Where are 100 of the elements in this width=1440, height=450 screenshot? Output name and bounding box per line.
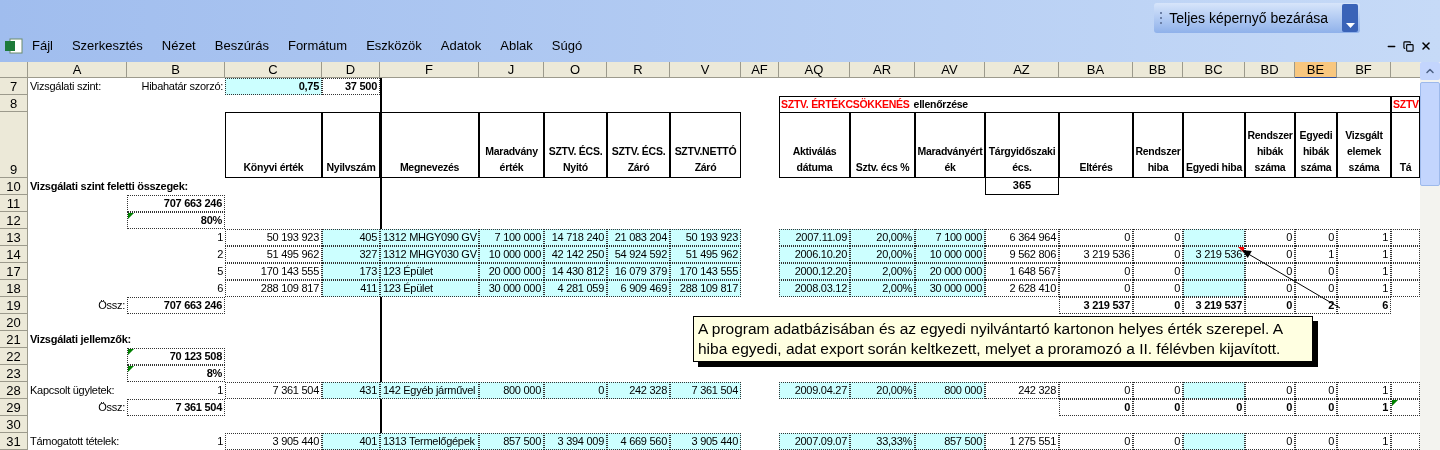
table-cell: 20 000 000 — [915, 263, 985, 280]
row-header[interactable]: 7 — [0, 78, 28, 95]
column-heading: Vizsgált elemek száma — [1337, 112, 1391, 178]
column-heading: Egyedi hiba — [1183, 112, 1245, 178]
cell-label: 6 — [216, 281, 224, 296]
column-header[interactable]: AV — [915, 62, 985, 78]
row-header[interactable]: 30 — [0, 416, 28, 433]
column-header[interactable]: O — [544, 62, 607, 78]
column-header[interactable]: BE — [1295, 62, 1337, 78]
table-cell: 0 — [1295, 263, 1337, 280]
table-cell: 123 Épület — [380, 280, 479, 297]
column-header[interactable]: BD — [1245, 62, 1295, 78]
column-heading: SZTV.NETTÓ Záró — [670, 112, 741, 178]
section-title: SZTV. ÉRTÉKCSÖKKENÉS ellenőrzése — [779, 96, 1391, 112]
close-icon[interactable] — [1420, 40, 1432, 52]
table-cell: 0 — [1183, 399, 1245, 416]
row-header[interactable]: 13 — [0, 229, 28, 246]
row-header[interactable]: 12 — [0, 212, 28, 229]
menu-item[interactable]: Fájl — [32, 36, 53, 56]
close-full-screen-button[interactable]: Teljes képernyő bezárása — [1154, 3, 1360, 33]
table-cell: 0 — [1059, 280, 1133, 297]
table-cell: 800 000 — [915, 382, 985, 399]
column-header[interactable]: BC — [1183, 62, 1245, 78]
table-cell: 1312 MHGY030 GV — [380, 246, 479, 263]
table-cell: 42 142 250 — [544, 246, 607, 263]
table-cell: 30 000 000 — [915, 280, 985, 297]
days-cell: 365 — [985, 178, 1059, 195]
table-cell: 0 — [1133, 399, 1183, 416]
row-header[interactable]: 23 — [0, 365, 28, 382]
table-cell: 7 100 000 — [479, 229, 544, 246]
table-cell: 7 361 504 — [127, 399, 225, 416]
column-header[interactable]: R — [607, 62, 670, 78]
table-cell: 16 079 379 — [607, 263, 670, 280]
column-header[interactable]: BA — [1059, 62, 1133, 78]
table-cell: 0 — [1245, 280, 1295, 297]
table-cell: 401 — [322, 433, 380, 450]
table-cell: 1 — [1337, 246, 1391, 263]
table-cell: 3 219 537 — [1183, 297, 1245, 314]
column-header[interactable]: V — [670, 62, 741, 78]
row-header[interactable]: 14 — [0, 246, 28, 263]
table-cell: 7 361 504 — [670, 382, 741, 399]
row-header[interactable]: 17 — [0, 263, 28, 280]
cell-label: Vizsgálati jellemzők: — [29, 332, 132, 347]
menu-item[interactable]: Ablak — [500, 36, 533, 56]
cell-label: 1 — [216, 434, 224, 449]
table-cell: 242 328 — [985, 382, 1059, 399]
column-header[interactable]: C — [225, 62, 322, 78]
menu-item[interactable]: Súgó — [551, 36, 583, 56]
column-header[interactable]: AF — [741, 62, 779, 78]
column-header[interactable]: F — [380, 62, 479, 78]
table-cell: 3 219 536 — [1059, 246, 1133, 263]
table-cell: 0 — [1295, 229, 1337, 246]
cell-label: Össz: — [97, 400, 126, 415]
column-header[interactable]: D — [322, 62, 380, 78]
column-header[interactable]: A — [28, 62, 127, 78]
table-cell: 3 905 440 — [670, 433, 741, 450]
row-header[interactable]: 22 — [0, 348, 28, 365]
menu-item[interactable]: Nézet — [161, 36, 196, 56]
column-header[interactable]: B — [127, 62, 225, 78]
scroll-up-button[interactable] — [1420, 62, 1440, 80]
spreadsheet-app-icon[interactable] — [4, 38, 24, 54]
column-header[interactable]: AQ — [779, 62, 850, 78]
row-header[interactable]: 10 — [0, 178, 28, 195]
row-header[interactable]: 29 — [0, 399, 28, 416]
scrollbar-thumb[interactable] — [1420, 82, 1440, 186]
table-cell: 1 — [1337, 382, 1391, 399]
row-header[interactable]: 31 — [0, 433, 28, 450]
table-cell: 1 275 551 — [985, 433, 1059, 450]
table-cell: 4 669 560 — [607, 433, 670, 450]
row-header[interactable]: 18 — [0, 280, 28, 297]
row-header[interactable]: 28 — [0, 382, 28, 399]
menu-item[interactable]: Szerkesztés — [71, 36, 143, 56]
table-cell: 288 109 817 — [670, 280, 741, 297]
table-cell: 20,00% — [850, 382, 915, 399]
table-cell: 54 924 592 — [607, 246, 670, 263]
dropdown-icon[interactable] — [1342, 4, 1358, 32]
menu-item[interactable]: Formátum — [287, 36, 348, 56]
table-cell: 20,00% — [850, 246, 915, 263]
column-heading: Tárgyidőszaki écs. — [985, 112, 1059, 178]
column-header[interactable]: AZ — [985, 62, 1059, 78]
column-header[interactable]: AR — [850, 62, 915, 78]
table-cell: 327 — [322, 246, 380, 263]
row-header[interactable]: 11 — [0, 195, 28, 212]
menu-item[interactable]: Eszközök — [366, 36, 422, 56]
row-header[interactable]: 21 — [0, 331, 28, 348]
menu-item[interactable]: Adatok — [440, 36, 482, 56]
column-header[interactable]: BB — [1133, 62, 1183, 78]
row-header[interactable]: 9 — [0, 112, 28, 178]
menu-item[interactable]: Beszúrás — [214, 36, 269, 56]
column-header[interactable]: J — [479, 62, 544, 78]
vertical-scrollbar[interactable] — [1420, 62, 1440, 450]
table-cell: 3 394 009 — [544, 433, 607, 450]
row-header[interactable]: 19 — [0, 297, 28, 314]
column-heading: Aktiválás dátuma — [779, 112, 850, 178]
table-cell: 3 219 537 — [1059, 297, 1133, 314]
row-header[interactable]: 20 — [0, 314, 28, 331]
column-header[interactable]: BF — [1337, 62, 1391, 78]
table-cell: 21 083 204 — [607, 229, 670, 246]
row-header[interactable]: 8 — [0, 95, 28, 112]
restore-icon[interactable] — [1403, 40, 1414, 52]
